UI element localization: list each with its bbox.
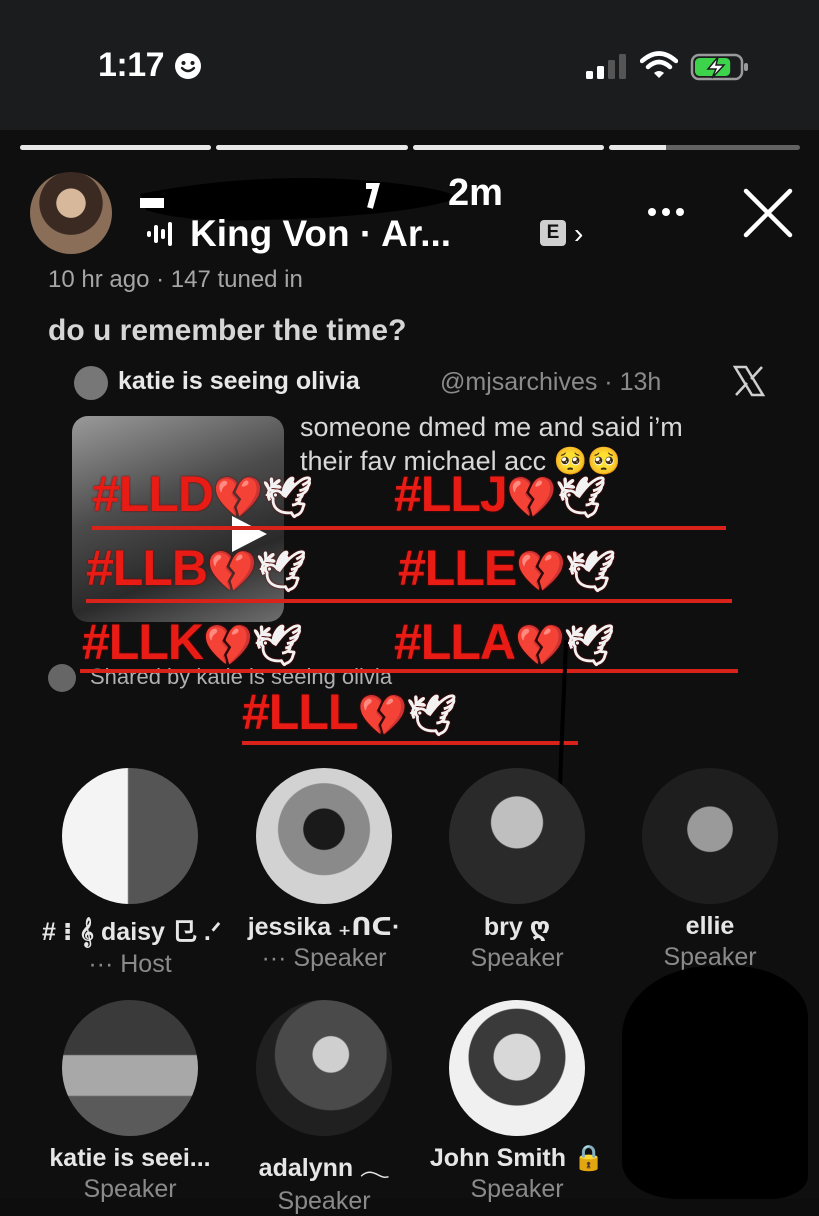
participant[interactable]: # ⁝ 𝄞 daisy ⺋ .ᐟ ··· Host [42, 768, 222, 979]
progress-fill [608, 145, 667, 150]
dove-icon: 🕊 [251, 624, 303, 668]
progress-segment [216, 145, 408, 150]
hashtag-sticker: #LLE💔🕊 [398, 540, 616, 600]
hashtag: #LLA [394, 614, 516, 670]
participant-name: katie is seei... [49, 1144, 211, 1172]
cellular-signal-icon [586, 54, 626, 79]
chevron-right-icon[interactable]: › [574, 218, 583, 250]
broken-heart-icon: 💔 [516, 550, 566, 594]
sticker-underline [242, 741, 578, 745]
audio-wave-icon [147, 222, 172, 246]
participant-name: bry ღ [483, 913, 551, 941]
participant-role: Speaker [470, 1175, 564, 1203]
tweet-author[interactable]: katie is seeing olivia [118, 367, 360, 396]
dove-icon: 🕊 [563, 624, 615, 668]
dove-icon: 🕊 [565, 550, 616, 594]
avatar [642, 768, 778, 904]
participant[interactable]: John Smith 🔒 Speaker [429, 1000, 605, 1204]
participant[interactable]: adalynn 𓂃 Speaker [236, 1000, 412, 1216]
more-options-icon[interactable] [646, 206, 686, 218]
avatar [449, 768, 585, 904]
story-progress-bar [20, 145, 800, 151]
hashtag-sticker: #LLD💔🕊 [92, 466, 313, 526]
participant[interactable]: katie is seei... Speaker [42, 1000, 218, 1204]
participant-role: ··· Speaker [261, 944, 387, 972]
dove-icon: 🕊 [406, 694, 457, 738]
progress-segment [608, 145, 800, 150]
broken-heart-icon: 💔 [203, 624, 253, 668]
space-title: do u remember the time? [48, 314, 407, 347]
avatar[interactable] [30, 172, 112, 254]
smiley-icon [175, 53, 201, 79]
status-time: 1:17 [98, 46, 165, 84]
progress-segment [412, 145, 604, 150]
dove-icon: 🕊 [261, 476, 313, 520]
space-meta: 10 hr ago · 147 tuned in [48, 266, 303, 293]
hashtag: #LLB [86, 540, 208, 596]
hashtag: #LLD [92, 466, 214, 522]
participant[interactable]: ellie Speaker [622, 768, 798, 972]
broken-heart-icon: 💔 [357, 694, 407, 738]
sticker-underline [92, 526, 726, 530]
tweet-avatar [74, 366, 108, 400]
hashtag-sticker: #LLA💔🕊 [394, 614, 615, 674]
broken-heart-icon: 💔 [207, 550, 257, 594]
wifi-icon [640, 51, 678, 78]
sticker-underline [86, 599, 732, 603]
avatar [256, 768, 392, 904]
dove-icon: 🕊 [255, 550, 307, 594]
broken-heart-icon: 💔 [506, 476, 557, 520]
hashtag-sticker: #LLB💔🕊 [86, 540, 307, 600]
song-attribution[interactable]: King Von · Ar... [146, 210, 451, 258]
participant-role: ··· Host [88, 950, 172, 978]
avatar [256, 1000, 392, 1136]
progress-segment [20, 145, 212, 150]
hashtag-sticker: #LLK💔🕊 [82, 614, 303, 674]
redaction-blob [622, 966, 808, 1199]
dove-icon: 🕊 [555, 476, 607, 520]
participant-name: John Smith 🔒 [429, 1144, 605, 1172]
sticker-underline [80, 669, 738, 673]
progress-fill [20, 145, 212, 150]
hashtag: #LLE [398, 540, 517, 596]
participant-name: jessika ₊ᑎᑕ· [247, 913, 401, 941]
hashtag: #LLK [82, 614, 204, 670]
battery-charging-icon [690, 53, 748, 81]
shared-by-avatar [48, 664, 76, 692]
participant-role: Speaker [470, 944, 564, 972]
avatar [449, 1000, 585, 1136]
progress-fill [412, 145, 604, 150]
close-icon[interactable] [742, 188, 794, 238]
hashtag: #LLJ [394, 466, 508, 522]
participant-name: # ⁝ 𝄞 daisy ⺋ .ᐟ [42, 918, 222, 946]
participant-name: adalynn 𓂃 [258, 1154, 390, 1182]
story-age: 2m [448, 172, 503, 214]
explicit-badge: E [540, 220, 566, 246]
broken-heart-icon: 💔 [213, 476, 263, 520]
hashtag-sticker: #LLJ💔🕊 [394, 466, 607, 526]
x-logo-icon [732, 365, 766, 397]
hashtag-sticker: #LLL💔🕊 [242, 684, 457, 744]
avatar [62, 768, 198, 904]
avatar [62, 1000, 198, 1136]
progress-fill [216, 145, 408, 150]
participant-name: ellie [685, 912, 735, 940]
tweet-handle: @mjsarchives · 13h [440, 368, 662, 396]
participant[interactable]: bry ღ Speaker [429, 768, 605, 973]
song-title: King Von · Ar... [190, 213, 452, 254]
hashtag: #LLL [242, 684, 358, 740]
participant-role: Speaker [277, 1187, 371, 1215]
participant-role: Speaker [83, 1175, 177, 1203]
participant[interactable]: jessika ₊ᑎᑕ· ··· Speaker [236, 768, 412, 973]
